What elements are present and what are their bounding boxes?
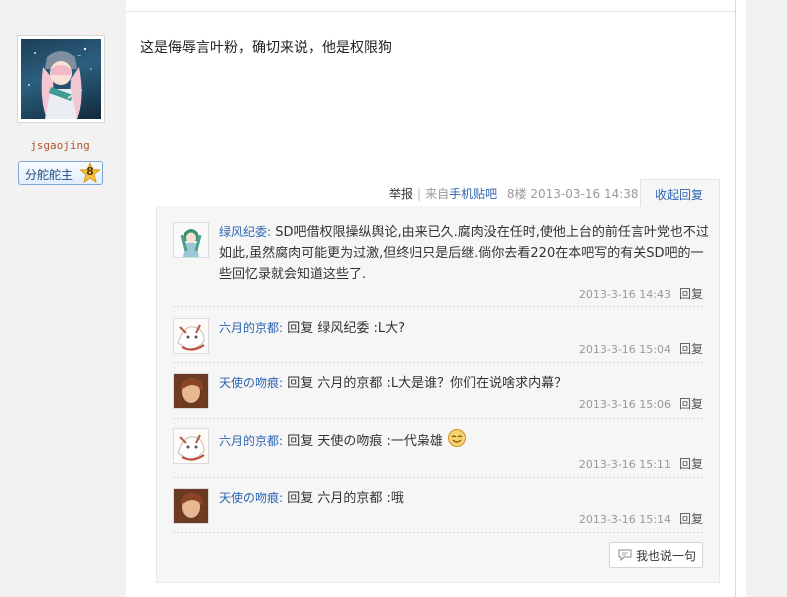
reply-meta: 2013-3-16 14:43 回复	[579, 285, 703, 302]
reply-time: 2013-3-16 15:14	[578, 513, 671, 526]
reply-item: 六月的京都: 回复 绿风纪委 :L大? 2013-3-16 15:04 回复	[173, 318, 703, 358]
reply-username[interactable]: 天使の吻痕:	[219, 491, 283, 505]
reply-list: 绿风纪委: SD吧借权限操纵舆论,由来已久.腐肉没在任时,使他上台的前任言叶党也…	[156, 206, 720, 583]
reply-divider	[173, 532, 703, 533]
post-content: 这是侮辱言叶粉，确切来说，他是权限狗	[140, 40, 392, 56]
reply-meta: 2013-3-16 15:11 回复	[579, 455, 703, 472]
reply-text: 回复 六月的京都 :L大是谁？你们在说啥求内幕？	[287, 376, 568, 391]
right-sidebar-panel	[746, 0, 787, 597]
meta-separator: |	[417, 187, 422, 201]
reply-body: 六月的京都: 回复 天使の吻痕 :一代枭雄	[219, 428, 709, 452]
reply-item: 天使の吻痕: 回复 六月的京都 :哦 2013-3-16 15:14 回复	[173, 488, 703, 528]
reply-divider	[173, 477, 703, 478]
reply-avatar[interactable]	[173, 222, 209, 258]
reply-divider	[173, 418, 703, 419]
reply-button[interactable]: 回复	[679, 397, 703, 411]
collapse-replies-button[interactable]: 收起回复	[640, 179, 720, 208]
reply-time: 2013-3-16 15:06	[578, 398, 671, 411]
reply-username[interactable]: 六月的京都:	[219, 321, 283, 335]
reply-item: 天使の吻痕: 回复 六月的京都 :L大是谁？你们在说啥求内幕？ 2013-3-1…	[173, 373, 703, 413]
rank-level: 8	[86, 165, 94, 178]
reply-body: 天使の吻痕: 回复 六月的京都 :哦	[219, 488, 709, 509]
reply-text: 回复 绿风纪委 :L大?	[287, 321, 405, 336]
author-avatar[interactable]: ~	[17, 35, 105, 123]
author-sidebar: ~ jsgaojing 分舵舵主 8	[0, 0, 126, 597]
post-meta: 举报 | 来自手机贴吧 8楼 2013-03-16 14:38	[389, 185, 639, 201]
reply-body: 六月的京都: 回复 绿风纪委 :L大?	[219, 318, 709, 339]
reply-username[interactable]: 天使の吻痕:	[219, 376, 283, 390]
reply-text: 回复 天使の吻痕 :一代枭雄	[287, 434, 443, 449]
add-comment-button[interactable]: 我也说一句	[609, 542, 703, 568]
add-comment-label: 我也说一句	[636, 549, 697, 563]
reply-avatar[interactable]	[173, 318, 209, 354]
star-badge-icon: 8	[79, 162, 101, 184]
reply-divider	[173, 362, 703, 363]
reply-time: 2013-3-16 15:11	[578, 458, 671, 471]
reply-avatar[interactable]	[173, 488, 209, 524]
reply-button[interactable]: 回复	[679, 512, 703, 526]
reply-button[interactable]: 回复	[679, 287, 703, 301]
author-username[interactable]: jsgaojing	[0, 139, 120, 152]
reply-body: 绿风纪委: SD吧借权限操纵舆论,由来已久.腐肉没在任时,使他上台的前任言叶党也…	[219, 222, 709, 285]
avatar-image: ~	[21, 39, 101, 119]
reply-meta: 2013-3-16 15:14 回复	[579, 510, 703, 527]
right-sidebar	[735, 0, 787, 597]
collapse-label: 收起回复	[655, 188, 704, 202]
smiley-emoji-icon	[447, 429, 466, 447]
reply-avatar[interactable]	[173, 373, 209, 409]
mobile-source-link[interactable]: 手机贴吧	[449, 187, 497, 201]
reply-divider	[173, 306, 703, 307]
reply-text: SD吧借权限操纵舆论,由来已久.腐肉没在任时,使他上台的前任言叶党也不过如此,虽…	[219, 225, 709, 282]
source-prefix: 来自	[425, 187, 450, 201]
reply-item: 绿风纪委: SD吧借权限操纵舆论,由来已久.腐肉没在任时,使他上台的前任言叶党也…	[173, 222, 709, 302]
floor-number: 8楼	[506, 187, 527, 201]
rank-label: 分舵舵主	[25, 168, 74, 182]
reply-avatar[interactable]	[173, 428, 209, 464]
post-time: 2013-03-16 14:38	[530, 187, 639, 201]
reply-meta: 2013-3-16 15:06 回复	[579, 395, 703, 412]
reply-button[interactable]: 回复	[679, 457, 703, 471]
reply-username[interactable]: 六月的京都:	[219, 434, 283, 448]
reply-meta: 2013-3-16 15:04 回复	[579, 340, 703, 357]
member-rank-badge[interactable]: 分舵舵主 8	[18, 161, 103, 185]
svg-text:~: ~	[77, 53, 81, 59]
reply-body: 天使の吻痕: 回复 六月的京都 :L大是谁？你们在说啥求内幕？	[219, 373, 709, 394]
reply-item: 六月的京都: 回复 天使の吻痕 :一代枭雄 2013-3-16 15:11 回复	[173, 428, 703, 474]
reply-text: 回复 六月的京都 :哦	[287, 491, 404, 506]
reply-time: 2013-3-16 14:43	[578, 288, 671, 301]
reply-username[interactable]: 绿风纪委:	[219, 225, 271, 239]
report-link[interactable]: 举报	[389, 187, 413, 201]
reply-button[interactable]: 回复	[679, 342, 703, 356]
reply-time: 2013-3-16 15:04	[578, 343, 671, 356]
top-divider	[126, 11, 735, 12]
speech-bubble-icon	[618, 549, 632, 561]
